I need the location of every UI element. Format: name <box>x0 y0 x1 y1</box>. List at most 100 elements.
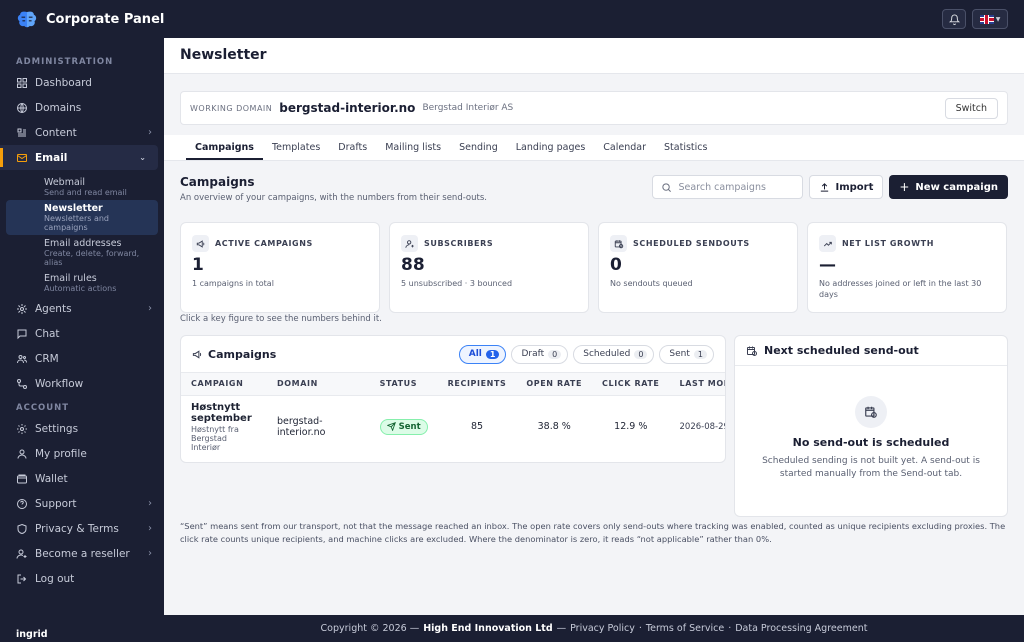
kpi-active-campaigns[interactable]: ACTIVE CAMPAIGNS 1 1 campaigns in total <box>180 222 380 313</box>
campaign-list-title: Campaigns <box>208 347 277 361</box>
column-header-status[interactable]: STATUS <box>369 373 438 396</box>
tab-landing-pages[interactable]: Landing pages <box>507 142 595 160</box>
sidebar-item-workflow[interactable]: Workflow <box>0 371 164 396</box>
data-processing-agreement-link[interactable]: Data Processing Agreement <box>735 623 867 634</box>
column-header-last-modified[interactable]: LAST MOD <box>669 373 725 396</box>
column-header-click-rate[interactable]: CLICK RATE <box>592 373 670 396</box>
import-button[interactable]: Import <box>809 175 884 199</box>
kpi-note: No addresses joined or left in the last … <box>819 279 982 299</box>
sidebar-item-dashboard[interactable]: Dashboard <box>0 70 164 95</box>
tab-statistics[interactable]: Statistics <box>655 142 716 160</box>
sidebar-item-label: Settings <box>35 422 79 435</box>
sidebar-item-chat[interactable]: Chat <box>0 321 164 346</box>
column-header-recipients[interactable]: RECIPIENTS <box>437 373 517 396</box>
kpi-hint: Click a key figure to see the numbers be… <box>180 314 382 324</box>
sidebar-item-crm[interactable]: CRM <box>0 346 164 371</box>
sidebar-subitem-email-addresses[interactable]: Email addresses Create, delete, forward,… <box>0 235 164 270</box>
workflow-icon <box>16 378 28 390</box>
sidebar-item-privacy-terms[interactable]: Privacy & Terms › <box>0 516 164 541</box>
sidebar-item-wallet[interactable]: Wallet <box>0 466 164 491</box>
campaign-open-rate: 38.8 % <box>537 421 571 432</box>
sidebar-item-label: Content <box>35 126 77 139</box>
gear-icon <box>16 423 28 435</box>
filter-count: 1 <box>693 349 707 359</box>
campaign-last-modified: 2026-08-29 <box>679 421 726 432</box>
filter-scheduled[interactable]: Scheduled 0 <box>573 344 655 364</box>
page-header: Newsletter <box>164 38 1024 74</box>
main-content: Newsletter WORKING DOMAIN bergstad-inter… <box>164 38 1024 615</box>
campaigns-header: Campaigns An overview of your campaigns,… <box>180 175 1008 211</box>
user-plus-icon <box>401 235 418 252</box>
kpi-subscribers[interactable]: SUBSCRIBERS 88 5 unsubscribed · 3 bounce… <box>389 222 589 313</box>
megaphone-icon <box>192 235 209 252</box>
sidebar-item-agents[interactable]: Agents › <box>0 296 164 321</box>
switch-domain-button[interactable]: Switch <box>944 97 998 119</box>
sidebar-item-label: Dashboard <box>35 76 92 89</box>
campaign-domain: bergstad-interior.no <box>277 415 326 438</box>
sidebar-item-label: Become a reseller <box>35 547 130 560</box>
tab-mailing-lists[interactable]: Mailing lists <box>376 142 450 160</box>
column-header-campaign[interactable]: CAMPAIGN <box>181 373 267 396</box>
bell-icon <box>948 14 960 25</box>
terms-of-service-link[interactable]: Terms of Service <box>646 623 724 634</box>
filter-label: Draft <box>521 349 545 359</box>
tab-templates[interactable]: Templates <box>263 142 329 160</box>
sidebar-item-email[interactable]: Email ⌄ <box>0 145 158 170</box>
next-sendout-title: Next scheduled send-out <box>764 344 919 357</box>
sidebar-subitem-webmail[interactable]: Webmail Send and read email <box>0 174 164 200</box>
kpi-scheduled-sendouts[interactable]: SCHEDULED SENDOUTS 0 No sendouts queued <box>598 222 798 313</box>
kpi-label: NET LIST GROWTH <box>842 239 934 248</box>
campaign-table: CAMPAIGN DOMAIN STATUS RECIPIENTS OPEN R… <box>181 373 726 458</box>
campaign-click-rate: 12.9 % <box>614 421 648 432</box>
sidebar-item-my-profile[interactable]: My profile <box>0 441 164 466</box>
user-plus-icon <box>16 548 28 560</box>
language-selector[interactable]: ▼ <box>972 9 1008 29</box>
new-campaign-button[interactable]: + New campaign <box>889 175 1008 199</box>
tab-drafts[interactable]: Drafts <box>329 142 376 160</box>
search-campaigns-input[interactable]: Search campaigns <box>652 175 804 199</box>
sidebar-item-label: Workflow <box>35 377 84 390</box>
sidebar-item-settings[interactable]: Settings <box>0 416 164 441</box>
subitem-label: Newsletter <box>44 203 103 214</box>
sidebar-item-become-reseller[interactable]: Become a reseller › <box>0 541 164 566</box>
search-icon <box>662 182 672 192</box>
sidebar-subitem-email-rules[interactable]: Email rules Automatic actions <box>0 270 164 296</box>
page-title: Newsletter <box>180 47 267 63</box>
sidebar: ADMINISTRATION Dashboard Domains Content… <box>0 38 164 642</box>
mail-icon <box>16 152 28 164</box>
table-row[interactable]: Høstnytt september Høstnytt fra Bergstad… <box>181 395 726 458</box>
sidebar-item-domains[interactable]: Domains <box>0 95 164 120</box>
sidebar-item-log-out[interactable]: Log out <box>0 566 164 591</box>
campaign-name[interactable]: Høstnytt september <box>191 402 257 424</box>
campaign-list-card: Campaigns All 1 Draft 0 Scheduled 0 Sent 1 C… <box>180 335 726 463</box>
kpi-net-list-growth[interactable]: NET LIST GROWTH — No addresses joined or… <box>807 222 1007 313</box>
tab-campaigns[interactable]: Campaigns <box>186 142 263 160</box>
filter-all[interactable]: All 1 <box>458 344 507 364</box>
kpi-note: 1 campaigns in total <box>192 279 274 288</box>
sidebar-item-support[interactable]: Support › <box>0 491 164 516</box>
filter-sent[interactable]: Sent 1 <box>659 344 714 364</box>
sidebar-item-label: Support <box>35 497 77 510</box>
subitem-description: Automatic actions <box>44 284 117 293</box>
tab-sending[interactable]: Sending <box>450 142 507 160</box>
filter-label: Scheduled <box>583 349 631 359</box>
subitem-label: Webmail <box>44 177 86 188</box>
top-bar: Corporate Panel ▼ <box>0 0 1024 38</box>
notifications-button[interactable] <box>942 9 966 29</box>
chat-icon <box>16 328 28 340</box>
kpi-label: SCHEDULED SENDOUTS <box>633 239 750 248</box>
table-header-row: CAMPAIGN DOMAIN STATUS RECIPIENTS OPEN R… <box>181 373 725 396</box>
chevron-right-icon: › <box>148 498 152 509</box>
wallet-icon <box>16 473 28 485</box>
privacy-policy-link[interactable]: Privacy Policy <box>570 623 635 634</box>
sidebar-subitem-newsletter[interactable]: Newsletter Newsletters and campaigns <box>6 200 158 235</box>
sidebar-item-content[interactable]: Content › <box>0 120 164 145</box>
tab-calendar[interactable]: Calendar <box>594 142 655 160</box>
sidebar-item-label: Log out <box>35 572 75 585</box>
chevron-right-icon: › <box>148 303 152 314</box>
column-header-open-rate[interactable]: OPEN RATE <box>516 373 593 396</box>
logout-icon <box>16 573 28 585</box>
shield-icon <box>16 523 28 535</box>
filter-draft[interactable]: Draft 0 <box>511 344 569 364</box>
column-header-domain[interactable]: DOMAIN <box>267 373 370 396</box>
